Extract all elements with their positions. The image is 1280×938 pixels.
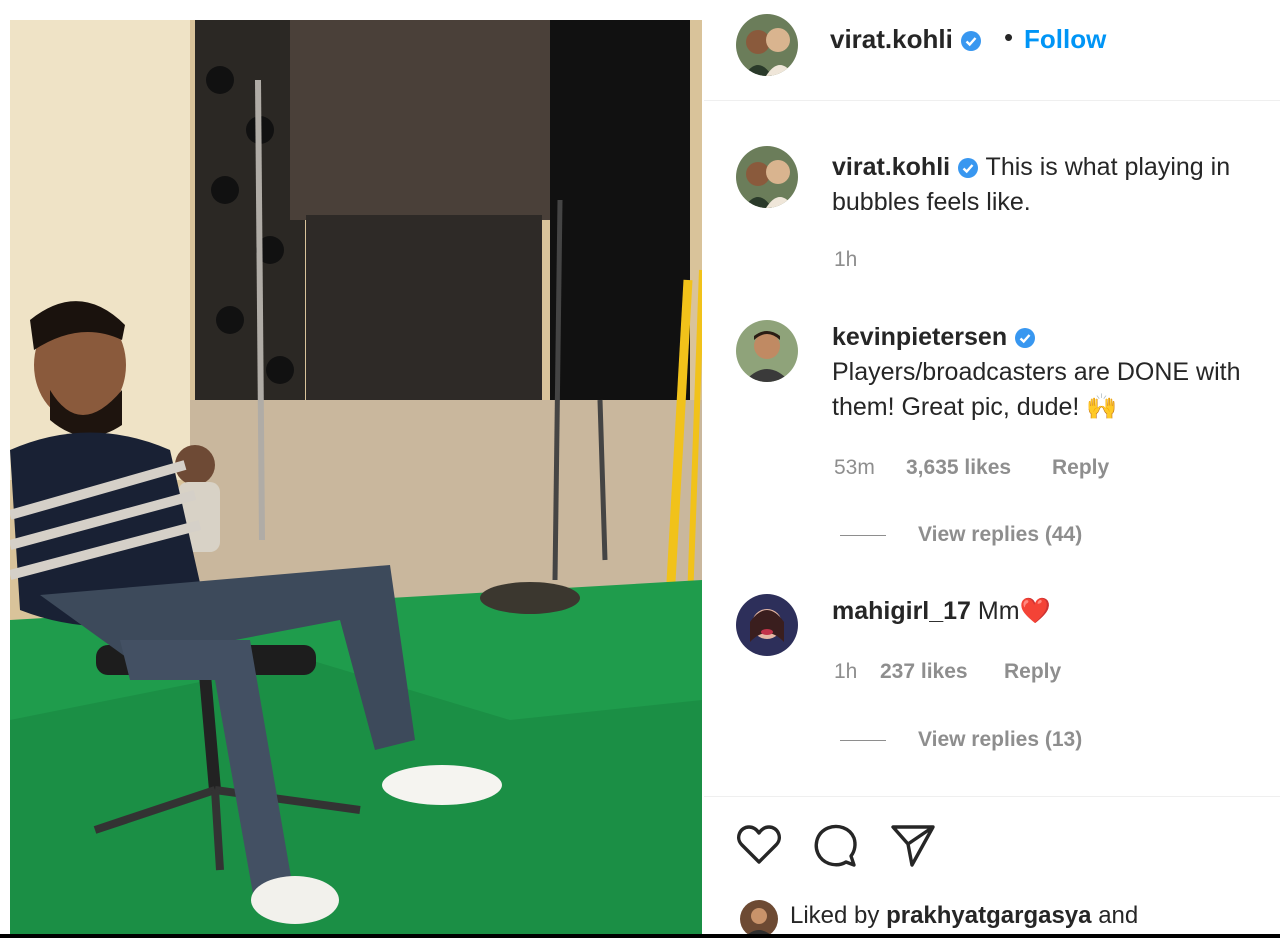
reply-button[interactable]: Reply — [1004, 660, 1061, 684]
comment-text: Mm❤️ — [977, 597, 1051, 625]
caption: virat.kohli This is what playing in bubb… — [832, 150, 1272, 220]
comment-time: 53m — [834, 456, 875, 479]
comment-username[interactable]: kevinpietersen — [832, 323, 1007, 351]
follow-button[interactable]: Follow — [1024, 24, 1106, 55]
comment-avatar[interactable] — [736, 594, 798, 656]
comment-likes[interactable]: 3,635 likes — [906, 456, 1011, 480]
caption-time: 1h — [834, 248, 858, 271]
post-photo[interactable] — [10, 20, 702, 936]
header-separator: • — [1004, 22, 1014, 52]
liked-by-user[interactable]: prakhyatgargasya — [886, 902, 1091, 929]
liked-by-prefix: Liked by — [790, 902, 880, 929]
verified-badge-icon — [958, 158, 979, 179]
verified-badge-icon — [961, 31, 982, 52]
actions-divider — [704, 796, 1280, 797]
heart-icon — [737, 825, 781, 864]
comment-likes[interactable]: 237 likes — [880, 660, 968, 684]
comment-text: Players/broadcasters are DONE with them!… — [832, 358, 1241, 421]
view-replies-button[interactable]: View replies (44) — [918, 523, 1082, 547]
liked-by-text: Liked by prakhyatgargasya and — [790, 902, 1138, 930]
like-button[interactable] — [734, 820, 784, 870]
comment-2: mahigirl_17 Mm❤️ — [832, 594, 1272, 629]
comment-time: 1h — [834, 660, 858, 683]
share-icon — [891, 825, 935, 867]
caption-username[interactable]: virat.kohli — [832, 153, 950, 181]
post-header: virat.kohli • Follow — [704, 0, 1280, 101]
author-username[interactable]: virat.kohli — [830, 24, 953, 54]
author-avatar[interactable] — [736, 14, 798, 76]
reply-button[interactable]: Reply — [1052, 456, 1109, 480]
comment-username[interactable]: mahigirl_17 — [832, 597, 971, 625]
liker-avatar[interactable] — [740, 900, 778, 938]
comment-avatar[interactable] — [736, 320, 798, 382]
bottom-border — [0, 934, 1280, 938]
post-details-panel: virat.kohli • Follow virat.kohli This is… — [704, 0, 1280, 938]
comment-1: kevinpietersen Players/broadcasters are … — [832, 320, 1272, 425]
view-replies-line — [840, 740, 886, 741]
share-button[interactable] — [888, 820, 938, 870]
verified-badge-icon — [1015, 328, 1036, 349]
caption-author-avatar[interactable] — [736, 146, 798, 208]
view-replies-line — [840, 535, 886, 536]
studio-photo-image — [10, 20, 702, 936]
comment-button[interactable] — [810, 820, 860, 870]
liked-by-suffix: and — [1098, 902, 1139, 929]
view-replies-button[interactable]: View replies (13) — [918, 728, 1082, 752]
author-header-name[interactable]: virat.kohli — [830, 24, 982, 55]
comment-icon — [814, 824, 857, 867]
